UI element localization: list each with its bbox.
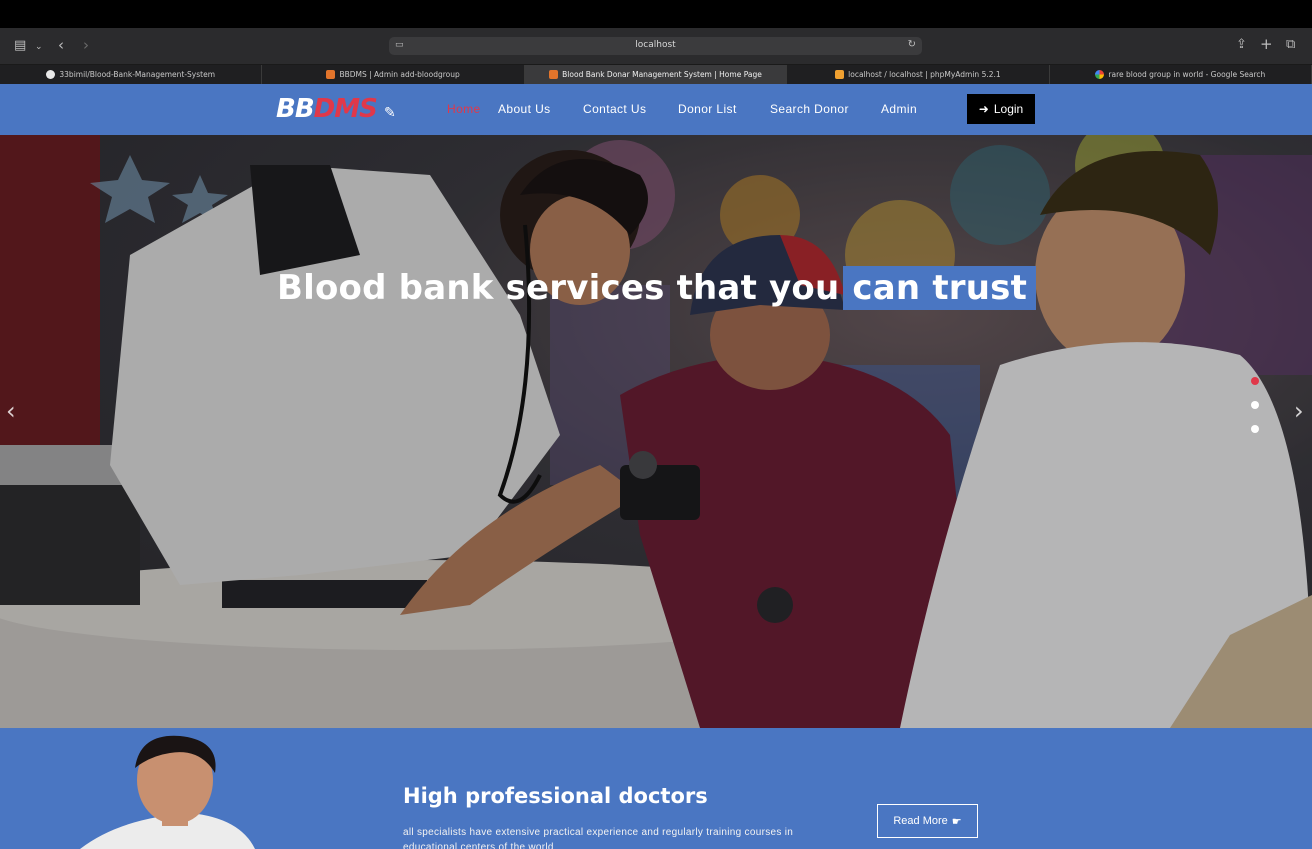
read-more-label: Read More xyxy=(893,815,948,827)
browser-tab-phpmyadmin[interactable]: localhost / localhost | phpMyAdmin 5.2.1 xyxy=(787,65,1050,84)
sign-in-icon: ➜ xyxy=(978,102,989,116)
nav-link-about-us[interactable]: About Us xyxy=(498,102,551,116)
share-icon[interactable]: ⇪ xyxy=(1236,38,1247,52)
nav-link-home[interactable]: Home xyxy=(447,102,481,116)
hand-pointer-icon: ☛ xyxy=(951,815,962,828)
read-more-button[interactable]: Read More ☛ xyxy=(877,804,978,838)
browser-tab-admin[interactable]: BBDMS | Admin add-bloodgroup xyxy=(262,65,525,84)
hero-carousel: Blood bank services that you can trust ‹ … xyxy=(0,135,1312,728)
hero-headline: Blood bank services that you can trust xyxy=(277,266,1037,310)
sidebar-toggle-icon[interactable]: ▤ xyxy=(14,39,26,53)
address-url: localhost xyxy=(635,40,676,50)
browser-tab-strip: 33bimil/Blood-Bank-Management-System BBD… xyxy=(0,65,1312,84)
address-bar[interactable]: ▭ localhost ↻ xyxy=(389,37,922,55)
github-icon xyxy=(46,70,56,79)
site-navbar: BBDMS ✎ Home About Us Contact Us Donor L… xyxy=(0,84,1312,135)
site-icon xyxy=(549,70,559,79)
google-icon xyxy=(1095,70,1105,79)
chevron-down-icon[interactable]: ⌄ xyxy=(35,40,43,54)
tab-label: localhost / localhost | phpMyAdmin 5.2.1 xyxy=(848,70,1001,79)
nav-link-admin[interactable]: Admin xyxy=(881,102,917,116)
logo-text-white: BB xyxy=(276,94,315,124)
browser-tab-home[interactable]: Blood Bank Donar Management System | Hom… xyxy=(524,65,788,84)
carousel-prev-icon[interactable]: ‹ xyxy=(6,397,16,425)
carousel-next-icon[interactable]: › xyxy=(1294,397,1304,425)
tab-label: rare blood group in world - Google Searc… xyxy=(1108,70,1266,79)
pen-icon: ✎ xyxy=(384,105,396,121)
hero-background-image xyxy=(0,135,1312,728)
features-section: High professional doctors all specialist… xyxy=(0,728,1312,849)
carousel-dot-2[interactable] xyxy=(1251,401,1259,409)
browser-toolbar: ▤ ⌄ ‹ › ▭ localhost ↻ ⇪ + ⧉ xyxy=(0,28,1312,65)
tab-label: 33bimil/Blood-Bank-Management-System xyxy=(59,70,216,79)
back-icon[interactable]: ‹ xyxy=(58,38,64,53)
carousel-dot-1[interactable] xyxy=(1251,377,1259,385)
tab-overview-icon[interactable]: ⧉ xyxy=(1286,38,1295,52)
site-logo[interactable]: BBDMS xyxy=(276,94,378,124)
tab-label: BBDMS | Admin add-bloodgroup xyxy=(339,70,460,79)
new-tab-icon[interactable]: + xyxy=(1260,37,1273,52)
screen-top-bar xyxy=(0,0,1312,28)
hero-headline-highlight: can trust xyxy=(843,266,1037,310)
doctor-image xyxy=(80,735,255,849)
tab-label: Blood Bank Donar Management System | Hom… xyxy=(562,70,762,79)
browser-tab-github[interactable]: 33bimil/Blood-Bank-Management-System xyxy=(0,65,263,84)
browser-tab-google[interactable]: rare blood group in world - Google Searc… xyxy=(1050,65,1312,84)
carousel-dot-3[interactable] xyxy=(1251,425,1259,433)
reload-icon[interactable]: ↻ xyxy=(908,39,916,50)
login-button[interactable]: ➜ Login xyxy=(967,94,1035,124)
section-title: High professional doctors xyxy=(403,784,708,808)
site-icon xyxy=(326,70,336,79)
forward-icon[interactable]: › xyxy=(83,38,89,53)
nav-link-donor-list[interactable]: Donor List xyxy=(678,102,737,116)
hero-headline-main: Blood bank services that you xyxy=(277,268,840,308)
phpmyadmin-icon xyxy=(835,70,845,79)
logo-text-red: DMS xyxy=(313,94,378,124)
nav-link-search-donor[interactable]: Search Donor xyxy=(770,102,849,116)
nav-link-contact-us[interactable]: Contact Us xyxy=(583,102,646,116)
section-text: all specialists have extensive practical… xyxy=(403,827,794,849)
login-label: Login xyxy=(993,102,1024,116)
